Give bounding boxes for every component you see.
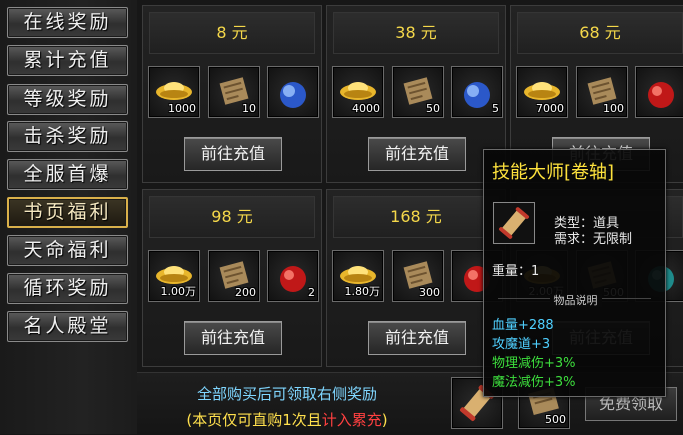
go-recharge-button[interactable]: 前往充值 (184, 137, 282, 171)
reward-slot[interactable]: 300 (392, 250, 444, 302)
tooltip-section-label: 物品说明 (484, 292, 667, 308)
go-recharge-button[interactable]: 前往充值 (368, 321, 466, 355)
card-price: 8 元 (149, 12, 315, 54)
reward-qty: 100 (603, 102, 624, 115)
purchase-note: 全部购买后可领取右侧奖励 (196, 385, 377, 403)
tooltip-item-icon (493, 202, 535, 244)
reward-qty: 300 (419, 286, 440, 299)
reward-qty: 5 (492, 102, 499, 115)
card-price: 68 元 (517, 12, 683, 54)
tooltip-title: 技能大师[卷轴] (492, 162, 615, 183)
red-orb-icon (636, 70, 683, 124)
reward-qty: 4000 (352, 102, 380, 115)
reward-slot[interactable]: 7000 (516, 66, 568, 118)
reward-qty: 1.00万 (160, 285, 197, 298)
tooltip-attr-magic-reduction: 魔法减伤+3% (492, 375, 576, 390)
recharge-card: 8 元 1000 10 前往充值 (142, 5, 322, 183)
reward-slot[interactable]: 1000 (148, 66, 200, 118)
sidebar-item-destiny-welfare[interactable]: 天命福利 (7, 235, 128, 266)
sidebar-item-level-reward[interactable]: 等级奖励 (7, 84, 128, 115)
reward-qty: 10 (242, 102, 256, 115)
reward-slot[interactable]: 4000 (332, 66, 384, 118)
reward-qty: 200 (235, 286, 256, 299)
tooltip-attr-phys-reduction: 物理减伤+3% (492, 356, 576, 371)
reward-slot[interactable]: 10 (208, 66, 260, 118)
reward-qty: 2 (308, 286, 315, 299)
tooltip-attr-attack: 攻魔道+3 (492, 337, 551, 352)
reward-slot[interactable]: 2 (267, 250, 319, 302)
reward-slot[interactable]: 5 (451, 66, 503, 118)
reward-slot[interactable] (267, 66, 319, 118)
tooltip-attr-hp: 血量+288 (492, 318, 554, 333)
sidebar-item-cycle-reward[interactable]: 循环奖励 (7, 273, 128, 304)
card-price: 98 元 (149, 196, 315, 238)
blue-orb-icon (268, 70, 318, 124)
tooltip-weight: 重量：1 (492, 264, 540, 279)
reward-slot[interactable] (635, 66, 683, 118)
scroll-icon (499, 207, 529, 239)
card-price: 168 元 (333, 196, 499, 238)
recharge-card: 38 元 4000 50 5 前往充值 (326, 5, 506, 183)
item-tooltip: 技能大师[卷轴] 类型：道具 需求：无限制 重量：1 物品说明 血量+288 攻… (483, 149, 666, 397)
sidebar-item-cumulative-recharge[interactable]: 累计充值 (7, 45, 128, 76)
reward-slot[interactable]: 200 (208, 250, 260, 302)
reward-qty: 1000 (168, 102, 196, 115)
sidebar-item-server-first-drop[interactable]: 全服首爆 (7, 159, 128, 190)
tooltip-requirement: 需求：无限制 (554, 232, 633, 247)
recharge-card: 168 元 1.80万 300 前往充值 (326, 189, 506, 367)
sidebar-item-hall-of-fame[interactable]: 名人殿堂 (7, 311, 128, 342)
go-recharge-button[interactable]: 前往充值 (368, 137, 466, 171)
sidebar-item-book-page-welfare[interactable]: 书页福利 (7, 197, 128, 228)
reward-slot[interactable]: 1.00万 (148, 250, 200, 302)
sidebar-item-kill-reward[interactable]: 击杀奖励 (7, 121, 128, 152)
reward-slot[interactable]: 50 (392, 66, 444, 118)
reward-qty: 50 (426, 102, 440, 115)
reward-qty: 1.80万 (344, 285, 381, 298)
reward-qty: 500 (545, 413, 566, 426)
blue-orb-icon (452, 70, 502, 124)
red-orb-icon (268, 254, 318, 308)
purchase-limit-note: (本页仅可直购1次且计入累充) (186, 411, 388, 429)
card-price: 38 元 (333, 12, 499, 54)
sidebar: 在线奖励 累计充值 等级奖励 击杀奖励 全服首爆 书页福利 天命福利 循环奖励 … (0, 0, 138, 434)
reward-slot[interactable]: 1.80万 (332, 250, 384, 302)
go-recharge-button[interactable]: 前往充值 (184, 321, 282, 355)
recharge-card: 98 元 1.00万 200 2 前往充值 (142, 189, 322, 367)
sidebar-item-online-reward[interactable]: 在线奖励 (7, 7, 128, 38)
reward-slot[interactable]: 100 (576, 66, 628, 118)
reward-qty: 7000 (536, 102, 564, 115)
